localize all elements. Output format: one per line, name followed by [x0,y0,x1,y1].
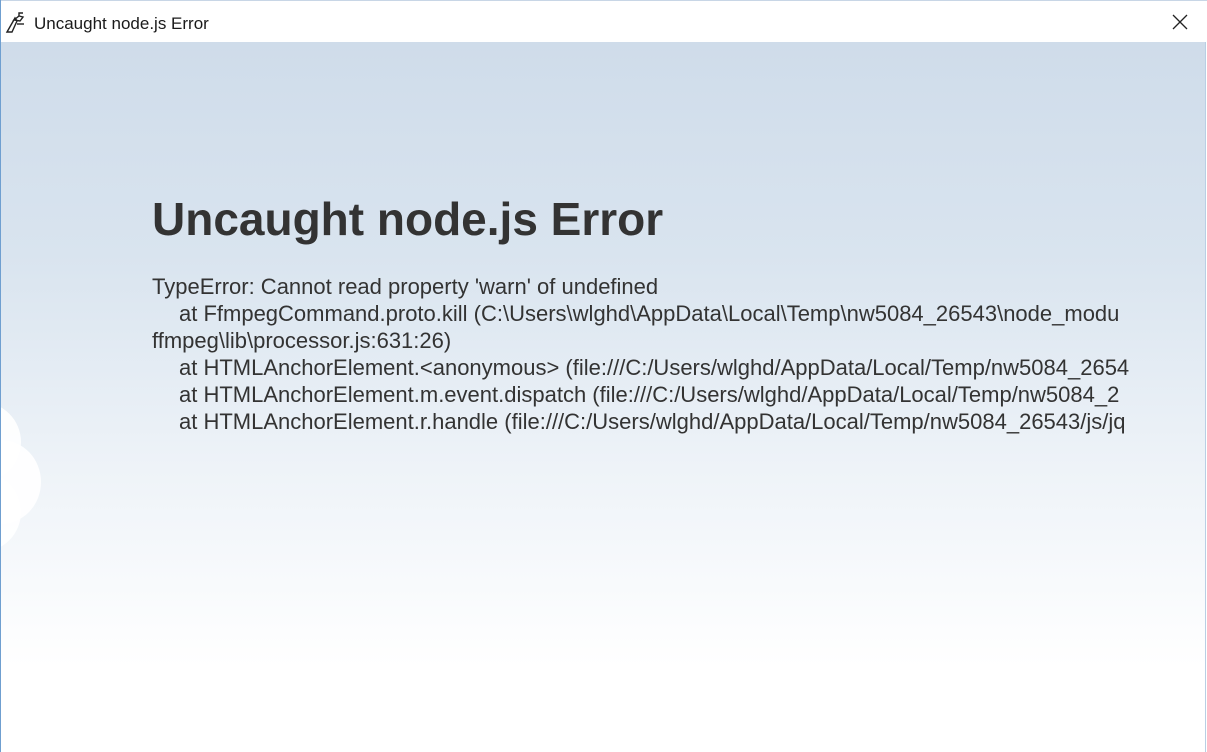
error-stack-trace: TypeError: Cannot read property 'warn' o… [152,273,1206,435]
stack-frame: at FfmpegCommand.proto.kill (C:\Users\wl… [179,301,1120,326]
window-right-border [1205,42,1206,752]
error-window: Uncaught node.js Error Uncaught node.js … [0,0,1207,752]
stack-frame: at HTMLAnchorElement.<anonymous> (file:/… [179,355,1130,380]
close-button[interactable] [1157,3,1203,41]
error-content: Uncaught node.js Error TypeError: Cannot… [1,42,1206,752]
error-message: TypeError: Cannot read property 'warn' o… [152,274,659,299]
stack-frame: at HTMLAnchorElement.m.event.dispatch (f… [179,382,1120,407]
cloud-decoration [1,407,41,547]
close-icon [1172,14,1188,30]
title-bar[interactable]: Uncaught node.js Error [1,0,1207,42]
stack-frame-continuation: ffmpeg\lib\processor.js:631:26) [152,328,452,353]
stack-frame: at HTMLAnchorElement.r.handle (file:///C… [179,409,1126,434]
window-title: Uncaught node.js Error [34,14,209,33]
error-heading: Uncaught node.js Error [152,193,664,245]
nwjs-app-icon [5,12,27,34]
